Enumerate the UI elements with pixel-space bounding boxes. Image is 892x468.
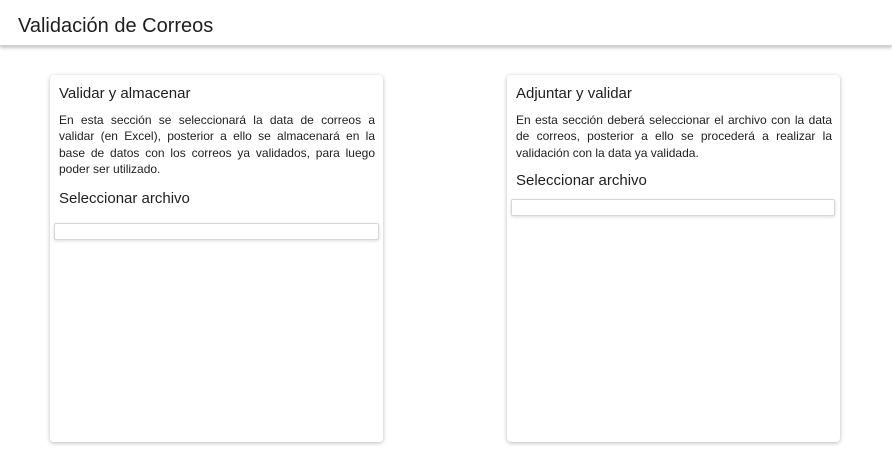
attach-validate-card: Adjuntar y validar En esta sección deber… (507, 75, 840, 442)
validate-store-card: Validar y almacenar En esta sección se s… (50, 75, 383, 442)
file-select-input[interactable] (54, 223, 379, 240)
card-description: En esta sección se seleccionará la data … (59, 113, 375, 177)
card-title: Validar y almacenar (59, 85, 191, 102)
card-description: En esta sección deberá seleccionar el ar… (516, 113, 832, 160)
card-title: Adjuntar y validar (516, 85, 632, 102)
app-header: Validación de Correos (0, 0, 892, 46)
file-select-input[interactable] (511, 199, 835, 216)
select-file-label: Seleccionar archivo (516, 172, 647, 189)
page-title: Validación de Correos (18, 15, 214, 37)
select-file-label: Seleccionar archivo (59, 190, 190, 207)
